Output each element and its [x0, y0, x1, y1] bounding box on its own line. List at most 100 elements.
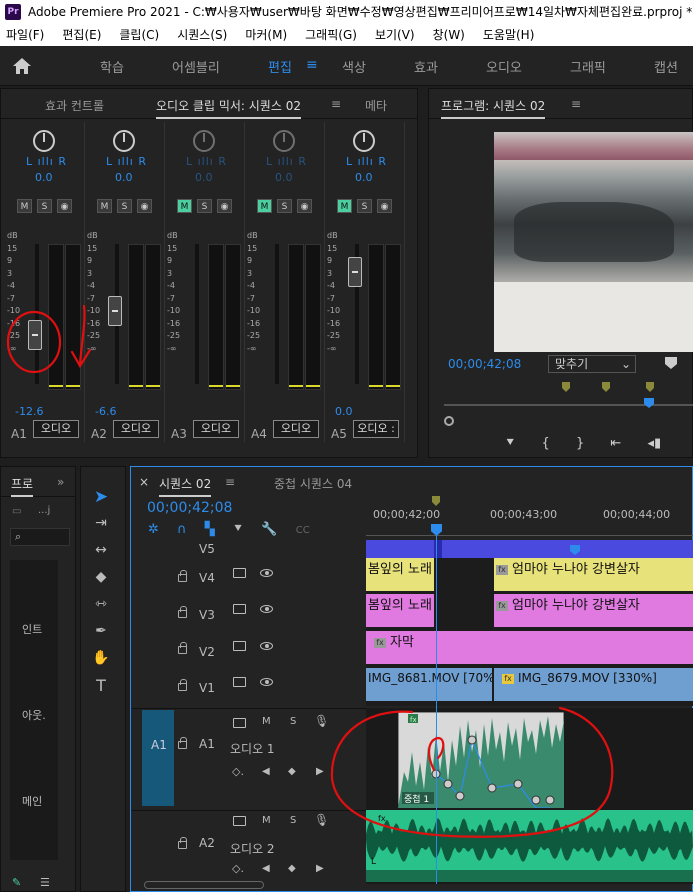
- workspace-learn[interactable]: 학습: [100, 57, 124, 76]
- microphone-icon[interactable]: 🎙: [314, 714, 329, 728]
- menu-marker[interactable]: 마커(M): [245, 28, 287, 42]
- tab-audio-clip-mixer[interactable]: 오디오 클립 믹서: 시퀀스 02: [156, 97, 301, 119]
- settings-shield-icon[interactable]: [664, 356, 678, 370]
- record-icon[interactable]: ◉: [57, 199, 72, 213]
- record-icon[interactable]: ◉: [297, 199, 312, 213]
- mute-button[interactable]: M: [262, 716, 271, 727]
- program-scrubber[interactable]: [444, 404, 693, 406]
- add-marker-icon[interactable]: ⯆: [505, 436, 515, 451]
- ripple-edit-icon[interactable]: ↔: [90, 539, 112, 561]
- lock-icon[interactable]: [178, 837, 187, 849]
- solo-button[interactable]: S: [290, 815, 296, 826]
- list-item[interactable]: 아웃.: [22, 707, 46, 723]
- type-tool-icon[interactable]: T: [90, 675, 112, 697]
- record-icon[interactable]: ◉: [217, 199, 232, 213]
- program-title[interactable]: 프로그램: 시퀀스 02: [441, 97, 546, 119]
- menu-edit[interactable]: 편집(E): [62, 28, 101, 42]
- workspace-editing[interactable]: 편집: [268, 57, 292, 76]
- tab-nested-sequence-04[interactable]: 중첩 시퀀스 04: [274, 475, 352, 492]
- workspace-audio[interactable]: 오디오: [486, 57, 522, 76]
- pan-knob[interactable]: [113, 130, 135, 152]
- record-icon[interactable]: ◉: [137, 199, 152, 213]
- solo-button[interactable]: S: [290, 716, 296, 727]
- volume-value[interactable]: 0.0: [335, 405, 353, 418]
- menu-graphics[interactable]: 그래픽(G): [305, 28, 357, 42]
- v5-clip[interactable]: [366, 540, 693, 558]
- microphone-icon[interactable]: 🎙: [314, 813, 329, 827]
- workspace-captions[interactable]: 캡션: [654, 57, 678, 76]
- pan-value[interactable]: 0.0: [35, 171, 53, 184]
- next-keyframe-icon[interactable]: ▶: [316, 766, 324, 777]
- volume-fader[interactable]: [28, 320, 42, 350]
- panel-overflow-icon[interactable]: »: [57, 475, 64, 489]
- solo-button[interactable]: S: [277, 199, 292, 213]
- mute-button[interactable]: M: [177, 199, 192, 213]
- timeline-timecode[interactable]: 00;00;42;08: [147, 500, 232, 516]
- solo-button[interactable]: S: [117, 199, 132, 213]
- mute-button[interactable]: M: [17, 199, 32, 213]
- mute-button[interactable]: M: [262, 815, 271, 826]
- sync-lock-icon[interactable]: [233, 718, 246, 728]
- workspace-menu-icon[interactable]: ≡: [306, 57, 318, 73]
- clip-v2[interactable]: fx 자막: [366, 631, 693, 664]
- clip-v3-right[interactable]: fx 엄마야 누나야 강변살자: [494, 594, 693, 627]
- timeline-scrollbar[interactable]: [144, 881, 264, 889]
- pan-knob[interactable]: [33, 130, 55, 152]
- list-item[interactable]: 메인: [22, 793, 42, 809]
- program-menu-icon[interactable]: ≡: [571, 97, 581, 111]
- volume-fader[interactable]: [348, 257, 362, 287]
- linked-selection-icon[interactable]: ▚: [205, 522, 215, 537]
- track-name[interactable]: 오디오 :: [353, 420, 399, 438]
- captions-icon[interactable]: CC: [296, 525, 310, 536]
- keyframe-toggle-icon[interactable]: ◇.: [232, 765, 244, 778]
- a1-nested-clip[interactable]: fx 중첩 1: [398, 712, 564, 808]
- lock-icon[interactable]: [178, 570, 187, 582]
- clip-v4-right[interactable]: fx 엄마야 누나야 강변살자: [494, 558, 693, 591]
- slip-icon[interactable]: ⇿: [90, 593, 112, 615]
- eye-icon[interactable]: [260, 605, 273, 613]
- home-icon[interactable]: [12, 57, 32, 75]
- mark-in-icon[interactable]: {: [542, 436, 550, 451]
- add-marker-icon[interactable]: ⯆: [233, 522, 243, 537]
- timeline-menu-icon[interactable]: ≡: [225, 475, 235, 489]
- snap-icon[interactable]: ∩: [177, 522, 187, 537]
- menu-help[interactable]: 도움말(H): [483, 28, 535, 42]
- track-name[interactable]: 오디오: [273, 420, 319, 438]
- workspace-assembly[interactable]: 어셈블리: [172, 57, 220, 76]
- workspace-graphics[interactable]: 그래픽: [570, 57, 606, 76]
- nest-icon[interactable]: ✲: [148, 522, 159, 537]
- program-video-frame[interactable]: [494, 132, 693, 352]
- fit-dropdown[interactable]: 맞추기 ⌄: [548, 355, 636, 373]
- prev-keyframe-icon[interactable]: ◀: [262, 863, 270, 874]
- volume-fader[interactable]: [108, 296, 122, 327]
- track-name[interactable]: 오디오: [193, 420, 239, 438]
- pen-icon[interactable]: ✒: [90, 620, 112, 642]
- menu-file[interactable]: 파일(F): [6, 28, 44, 42]
- panel-menu-icon[interactable]: ≡: [331, 97, 341, 111]
- track-select-icon[interactable]: ⇥: [90, 512, 112, 534]
- film-icon[interactable]: [233, 641, 246, 651]
- mute-button[interactable]: M: [97, 199, 112, 213]
- menu-clip[interactable]: 클립(C): [119, 28, 159, 42]
- solo-button[interactable]: S: [197, 199, 212, 213]
- eye-icon[interactable]: [260, 678, 273, 686]
- record-icon[interactable]: ◉: [377, 199, 392, 213]
- zoom-handle[interactable]: [444, 416, 454, 426]
- track-name[interactable]: 오디오: [113, 420, 159, 438]
- tab-effect-controls[interactable]: 효과 컨트롤: [45, 97, 104, 114]
- film-icon[interactable]: [233, 677, 246, 687]
- pan-value[interactable]: 0.0: [195, 171, 213, 184]
- clip-v3-left[interactable]: 봄잎의 노래: [366, 594, 434, 627]
- pan-knob[interactable]: [193, 130, 215, 152]
- hand-icon[interactable]: ✋: [90, 647, 112, 669]
- volume-value[interactable]: -6.6: [95, 405, 116, 418]
- volume-value[interactable]: -12.6: [15, 405, 43, 418]
- clip-v4-left[interactable]: 봄잎의 노래: [366, 558, 434, 591]
- add-keyframe-icon[interactable]: ◆: [288, 863, 296, 874]
- close-icon[interactable]: ×: [139, 475, 149, 489]
- list-view-icon[interactable]: ☰: [40, 876, 50, 889]
- clip-v1-right[interactable]: fx IMG_8679.MOV [330%]: [494, 668, 693, 701]
- pan-value[interactable]: 0.0: [115, 171, 133, 184]
- eye-icon[interactable]: [260, 642, 273, 650]
- menu-sequence[interactable]: 시퀀스(S): [177, 28, 227, 42]
